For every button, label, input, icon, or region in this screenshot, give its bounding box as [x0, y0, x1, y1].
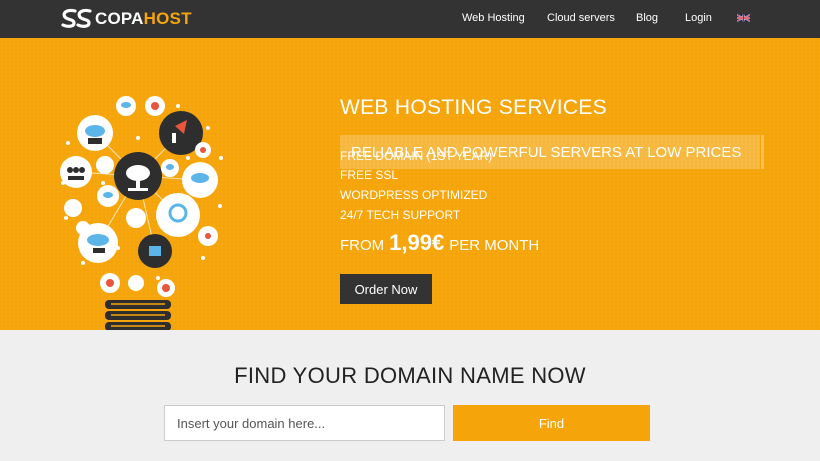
order-now-button[interactable]: Order Now	[340, 274, 432, 304]
feature-item: 24/7 TECH SUPPORT	[340, 208, 461, 222]
nav-link-blog[interactable]: Blog	[636, 12, 658, 24]
copahost-s-logo-icon	[61, 8, 92, 28]
logo-text: COPAHOST	[95, 9, 192, 29]
uk-flag-icon[interactable]	[737, 14, 750, 22]
find-domain-button[interactable]: Find	[453, 405, 650, 441]
hero-banner: WEB HOSTING SERVICES RELIABLE AND POWERF…	[0, 38, 820, 350]
domain-search-input[interactable]	[164, 405, 445, 441]
feature-item: FREE SSL	[340, 168, 399, 182]
nav-link-login[interactable]: Login	[685, 12, 712, 24]
price-suffix: PER MONTH	[449, 237, 540, 254]
domain-search-section: FIND YOUR DOMAIN NAME NOW Find	[0, 330, 820, 461]
feature-item: WORDPRESS OPTIMIZED	[340, 188, 488, 202]
feature-item: FREE DOMAIN (1ST YEAR)	[340, 149, 493, 163]
navbar: COPAHOST Web Hosting Cloud servers Blog …	[0, 0, 820, 38]
logo-text-host: HOST	[143, 9, 192, 28]
domain-search-title: FIND YOUR DOMAIN NAME NOW	[234, 363, 586, 388]
price-line: FROM 1,99€ PER MONTH	[340, 230, 539, 256]
lightbulb-cloud-icons-illustration	[60, 96, 223, 350]
site-logo[interactable]: COPAHOST	[61, 7, 192, 31]
price-amount: 1,99€	[389, 230, 445, 255]
nav-link-cloud-servers[interactable]: Cloud servers	[547, 12, 615, 24]
logo-text-copa: COPA	[95, 9, 144, 28]
nav-link-web-hosting[interactable]: Web Hosting	[462, 12, 525, 24]
hero-title: WEB HOSTING SERVICES	[340, 96, 607, 119]
price-prefix: FROM	[340, 237, 385, 254]
